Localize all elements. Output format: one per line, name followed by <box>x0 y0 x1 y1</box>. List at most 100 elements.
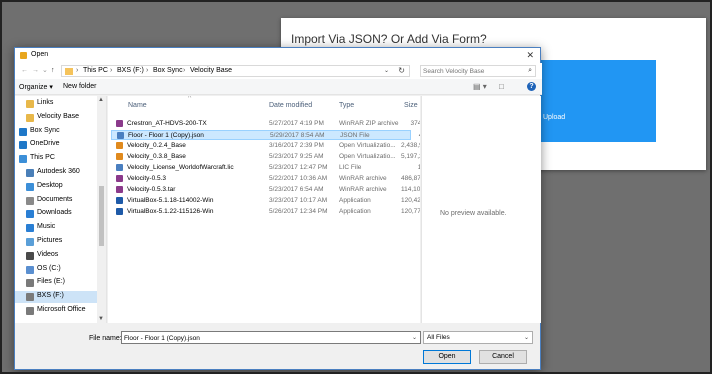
folder-icon <box>26 113 34 122</box>
nav-item-label: OS (C:) <box>37 264 61 272</box>
file-name: Velocity_License_WorldofWarcraft.lic <box>127 164 234 171</box>
file-date: 5/23/2017 6:54 AM <box>269 186 324 193</box>
box-icon <box>19 127 27 136</box>
file-name-field[interactable]: ⌄ <box>121 331 421 344</box>
file-type-filter[interactable]: All Files ⌄ <box>423 331 533 344</box>
file-name: VirtualBox-5.1.22-115126-Win <box>127 208 214 215</box>
file-row[interactable]: Velocity_0.2.4_Base 3/16/2017 2:39 PM Open… <box>111 141 420 151</box>
open-file-dialog: Open ✕ ← → ⌄ ↑ › This PC › BXS (F:) › Bo… <box>14 47 542 370</box>
file-type: Application <box>339 197 371 204</box>
file-row[interactable]: Velocity-0.5.3.tar 5/23/2017 6:54 AM WinRA… <box>111 185 420 195</box>
nav-item-label: Videos <box>37 250 59 258</box>
file-row[interactable]: Velocity-0.5.3 5/22/2017 10:36 AM WinRAR a… <box>111 174 420 184</box>
file-date: 3/16/2017 2:39 PM <box>269 142 324 149</box>
file-row[interactable]: VirtualBox-5.1.18-114002-Win 3/23/2017 10… <box>111 196 420 206</box>
cloud-icon <box>19 141 27 150</box>
nav-item-label: Microsoft Office <box>37 306 86 313</box>
drive-icon <box>26 307 34 315</box>
nav-item[interactable]: Documents <box>15 195 97 207</box>
file-name-input[interactable] <box>124 333 404 343</box>
column-header-size[interactable]: Size <box>404 102 418 109</box>
help-icon[interactable]: ? <box>527 82 536 91</box>
nav-item-label: This PC <box>30 154 55 162</box>
file-icon <box>116 164 123 171</box>
file-size: 374 I <box>410 120 420 127</box>
nav-item[interactable]: Music <box>15 222 97 234</box>
file-name: Velocity_0.3.8_Base <box>127 153 186 160</box>
refresh-icon[interactable]: ↻ <box>398 66 405 75</box>
nav-item-label: BXS (F:) <box>37 292 64 300</box>
file-type: JSON File <box>340 132 370 139</box>
nav-item[interactable]: Autodesk 360 <box>15 167 97 179</box>
nav-item[interactable]: Downloads <box>15 208 97 220</box>
file-row[interactable]: Velocity_License_WorldofWarcraft.lic 5/23… <box>111 163 420 173</box>
column-header-type[interactable]: Type <box>339 102 354 109</box>
nav-item[interactable]: Videos <box>15 250 97 262</box>
file-type: WinRAR archive <box>339 186 387 193</box>
nav-item[interactable]: Velocity Base <box>15 112 97 124</box>
file-size: 5,197,294 I <box>401 153 420 160</box>
nav-item-label: Pictures <box>37 237 63 244</box>
breadcrumb-velocity-base[interactable]: Velocity Base <box>190 67 232 74</box>
file-size: 1 I <box>417 164 420 171</box>
close-icon[interactable]: ✕ <box>526 50 534 61</box>
nav-item[interactable]: OS (C:) <box>15 264 97 276</box>
preview-pane-icon[interactable]: □ <box>499 82 504 91</box>
view-options-icon[interactable]: ▤ ▾ <box>473 82 487 91</box>
file-name: Velocity-0.5.3 <box>127 175 167 182</box>
nav-item[interactable]: Files (E:) <box>15 277 97 289</box>
nav-item[interactable]: Microsoft Office <box>15 305 97 317</box>
file-date: 5/27/2017 4:19 PM <box>269 120 324 127</box>
nav-item[interactable]: BXS (F:) <box>15 291 97 304</box>
back-arrow-icon[interactable]: ← <box>21 67 28 74</box>
forward-arrow-icon[interactable]: → <box>32 67 39 74</box>
nav-item[interactable]: OneDrive <box>15 139 97 151</box>
chevron-down-icon[interactable]: ⌄ <box>524 334 529 341</box>
sort-caret-icon: ^ <box>188 96 192 102</box>
preview-pane: No preview available. <box>421 96 541 323</box>
search-icon[interactable]: ⌕ <box>528 67 532 75</box>
file-name-label: File name: <box>89 335 122 342</box>
file-row[interactable]: Velocity_0.3.8_Base 5/23/2017 9:25 AM Open… <box>111 152 420 162</box>
file-row[interactable]: VirtualBox-5.1.22-115126-Win 5/26/2017 12… <box>111 207 420 217</box>
file-row[interactable]: Floor - Floor 1 (Copy).json 5/29/2017 8:5… <box>111 130 420 140</box>
nav-item[interactable]: This PC <box>15 153 97 165</box>
nav-item[interactable]: Links <box>15 98 97 110</box>
column-header-date[interactable]: Date modified <box>269 102 312 109</box>
breadcrumb-bxs[interactable]: BXS (F:) <box>117 67 144 74</box>
file-date: 5/23/2017 9:25 AM <box>269 153 324 160</box>
cancel-button[interactable]: Cancel <box>479 350 527 364</box>
file-icon <box>117 132 124 139</box>
drive-icon <box>26 293 34 302</box>
file-date: 5/26/2017 12:34 PM <box>269 208 328 215</box>
file-row[interactable]: Crestron_AT-HDVS-200-TX 5/27/2017 4:19 PM… <box>111 119 420 129</box>
recent-dropdown-icon[interactable]: ⌄ <box>42 66 48 74</box>
scroll-down-icon[interactable]: ▼ <box>98 316 104 322</box>
new-folder-button[interactable]: New folder <box>63 83 96 90</box>
import-modal-title: Import Via JSON? Or Add Via Form? <box>291 32 487 46</box>
nav-item[interactable]: Box Sync <box>15 126 97 138</box>
up-arrow-icon[interactable]: ↑ <box>51 67 55 74</box>
open-button[interactable]: Open <box>423 350 471 364</box>
file-type-value: All Files <box>427 334 450 341</box>
search-input[interactable] <box>423 67 518 76</box>
scroll-up-icon[interactable]: ▲ <box>98 97 104 103</box>
nav-item[interactable]: Pictures <box>15 236 97 248</box>
nav-scrollbar[interactable]: ▲ ▼ <box>97 96 106 323</box>
organize-button[interactable]: Organize ▾ <box>19 83 53 91</box>
breadcrumb-separator: › <box>76 67 79 74</box>
file-size: 486,870 I <box>401 175 420 182</box>
scrollbar-thumb[interactable] <box>99 186 104 246</box>
upload-dropzone[interactable]: Upload <box>539 60 656 142</box>
address-bar[interactable]: › This PC › BXS (F:) › Box Sync › Veloci… <box>61 65 410 77</box>
breadcrumb-box-sync[interactable]: Box Sync <box>153 67 183 74</box>
search-box[interactable]: ⌕ <box>420 65 536 77</box>
nav-item-label: Desktop <box>37 181 63 189</box>
dialog-titlebar[interactable]: Open ✕ <box>15 48 540 63</box>
address-dropdown-icon[interactable]: ⌄ <box>384 67 389 74</box>
chevron-down-icon[interactable]: ⌄ <box>412 334 417 341</box>
breadcrumb-this-pc[interactable]: This PC <box>83 67 108 74</box>
column-header-name[interactable]: Name <box>128 102 147 109</box>
nav-item[interactable]: Desktop <box>15 181 97 193</box>
file-date: 5/29/2017 8:54 AM <box>270 132 325 139</box>
